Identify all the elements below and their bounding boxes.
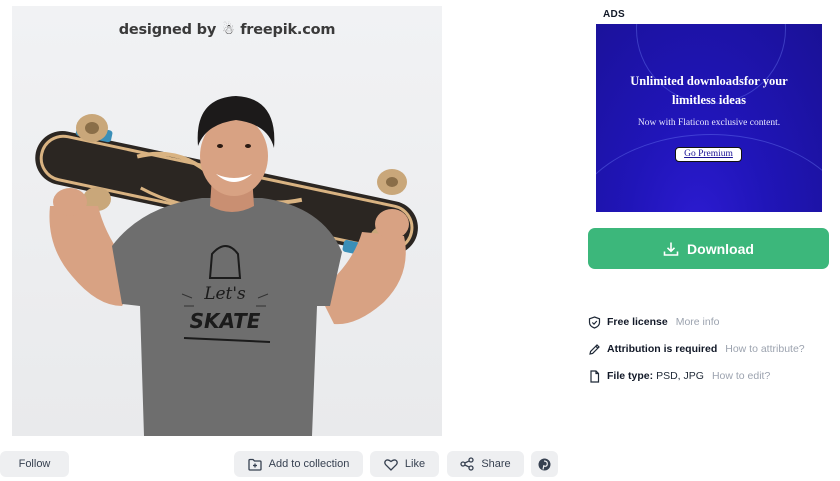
ads-label: ADS xyxy=(603,9,626,20)
follow-label: Follow xyxy=(18,458,51,470)
add-to-collection-label: Add to collection xyxy=(268,458,350,470)
folder-plus-icon xyxy=(247,458,262,471)
shirt-print-line1: Let's xyxy=(203,284,246,304)
share-button[interactable]: Share xyxy=(447,451,524,477)
ad-headline-line2: limitless ideas xyxy=(672,92,746,107)
pinterest-icon xyxy=(538,458,551,470)
like-button[interactable]: Like xyxy=(370,451,439,477)
freepik-logo-icon: ☃ xyxy=(221,22,235,38)
license-label: Free license xyxy=(607,316,668,328)
follow-button[interactable]: Follow xyxy=(0,451,69,477)
pencil-icon xyxy=(589,343,600,355)
ad-headline: Unlimited downloadsfor your limitless id… xyxy=(618,72,800,109)
ad-decor-ring xyxy=(596,134,822,212)
ad-headline-line1: Unlimited downloadsfor your xyxy=(630,74,788,88)
watermark-brand: freepik.com xyxy=(240,22,336,38)
file-icon xyxy=(590,369,600,383)
shirt-print-line2: SKATE xyxy=(190,309,261,333)
watermark-prefix: designed by xyxy=(118,22,217,38)
heart-icon xyxy=(384,458,398,471)
download-icon xyxy=(663,242,679,256)
how-to-edit-link[interactable]: How to edit? xyxy=(712,370,770,382)
ad-subtext: Now with Flaticon exclusive content. xyxy=(637,118,781,128)
file-type-info-row: File type: PSD, JPG How to edit? xyxy=(588,368,770,384)
skateboard-mockup-photo: Let's SKATE xyxy=(35,96,418,436)
pinterest-button[interactable] xyxy=(531,451,558,477)
file-type-value: PSD, JPG xyxy=(656,370,704,382)
share-icon xyxy=(460,457,474,471)
download-button[interactable]: Download xyxy=(588,228,829,269)
shield-check-icon xyxy=(588,315,601,329)
ad-banner[interactable]: Unlimited downloadsfor your limitless id… xyxy=(596,24,822,212)
like-label: Like xyxy=(404,458,426,470)
license-info-row: Free license More info xyxy=(588,314,719,330)
go-premium-button[interactable]: Go Premium xyxy=(675,147,742,162)
add-to-collection-button[interactable]: Add to collection xyxy=(234,451,363,477)
file-type-label: File type: xyxy=(607,370,654,382)
attribution-info-row: Attribution is required How to attribute… xyxy=(588,341,805,357)
download-label: Download xyxy=(687,240,754,257)
how-to-attribute-link[interactable]: How to attribute? xyxy=(725,343,804,355)
freepik-watermark: designed by ☃ freepik.com xyxy=(12,22,442,38)
more-info-link[interactable]: More info xyxy=(676,316,720,328)
share-label: Share xyxy=(481,458,511,470)
attribution-label: Attribution is required xyxy=(607,343,718,355)
preview-image[interactable]: Let's SKATE designed by ☃ freepik.com xyxy=(12,6,442,436)
